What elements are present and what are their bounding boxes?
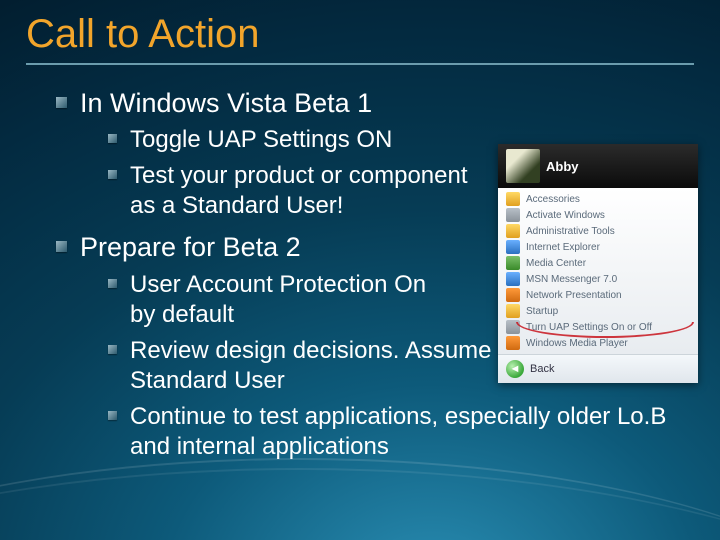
media-center-icon	[506, 256, 520, 270]
menu-item-network-presentation[interactable]: Network Presentation	[498, 287, 698, 303]
sub-bullet-item: Toggle UAP Settings ON	[108, 125, 490, 155]
sub-bullet-item: User Account Protection On by default	[108, 270, 430, 330]
menu-item-turn-uap[interactable]: Turn UAP Settings On or Off	[498, 319, 698, 335]
folder-icon	[506, 224, 520, 238]
back-label: Back	[530, 363, 554, 375]
bullet-text: In Windows Vista Beta 1	[80, 88, 372, 118]
menu-item-msn-messenger[interactable]: MSN Messenger 7.0	[498, 271, 698, 287]
messenger-icon	[506, 272, 520, 286]
shield-icon	[506, 320, 520, 334]
menu-item-media-center[interactable]: Media Center	[498, 255, 698, 271]
presentation-icon	[506, 288, 520, 302]
title-underline	[26, 63, 694, 65]
menu-item-activate-windows[interactable]: Activate Windows	[498, 207, 698, 223]
menu-item-internet-explorer[interactable]: Internet Explorer	[498, 239, 698, 255]
folder-icon	[506, 192, 520, 206]
sub-bullet-item: Continue to test applications, especiall…	[108, 402, 690, 462]
back-button[interactable]: ◄ Back	[498, 354, 698, 383]
ie-icon	[506, 240, 520, 254]
slide: Call to Action In Windows Vista Beta 1 T…	[0, 0, 720, 540]
start-menu-header: Abby	[498, 144, 698, 188]
sub-bullet-item: Test your product or component as a Stan…	[108, 161, 490, 221]
menu-item-admin-tools[interactable]: Administrative Tools	[498, 223, 698, 239]
folder-icon	[506, 304, 520, 318]
menu-item-accessories[interactable]: Accessories	[498, 191, 698, 207]
start-menu-inset: Abby Accessories Activate Windows Admini…	[498, 144, 698, 383]
back-arrow-icon: ◄	[506, 360, 524, 378]
bullet-text: Prepare for Beta 2	[80, 232, 301, 262]
windows-icon	[506, 208, 520, 222]
media-player-icon	[506, 336, 520, 350]
start-menu-list: Accessories Activate Windows Administrat…	[498, 188, 698, 354]
menu-item-startup[interactable]: Startup	[498, 303, 698, 319]
slide-title: Call to Action	[26, 12, 694, 57]
avatar	[506, 149, 540, 183]
user-name: Abby	[546, 159, 579, 174]
